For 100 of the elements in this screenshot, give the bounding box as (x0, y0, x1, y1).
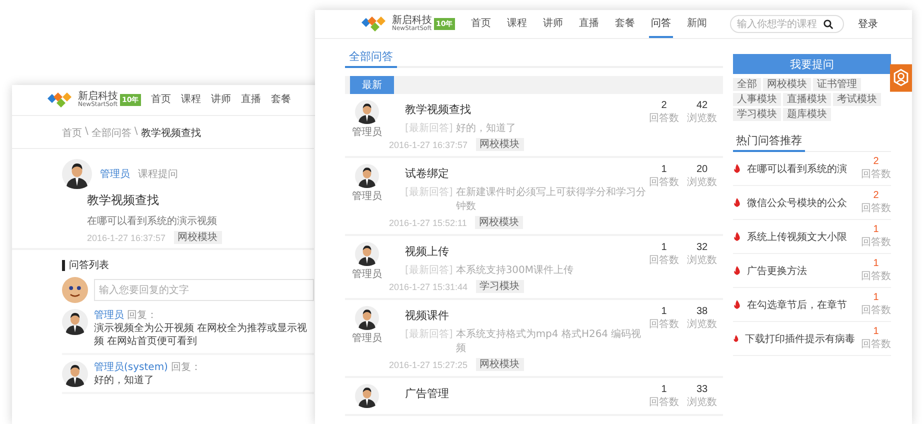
category-tag[interactable]: 网校模块 (763, 78, 811, 91)
view-count: 42 (696, 100, 708, 111)
nav-tab[interactable]: 套餐 (612, 10, 637, 38)
search-field[interactable]: 输入你想学的课程 (730, 15, 844, 33)
login-link[interactable]: 登录 (858, 17, 878, 31)
fire-icon (733, 164, 741, 173)
category-tag[interactable]: 人事模块 (733, 93, 781, 106)
view-count-label: 浏览数 (687, 112, 717, 125)
fire-icon (733, 266, 741, 275)
view-count-label: 浏览数 (687, 176, 717, 189)
reply-label: 回复： (127, 310, 158, 321)
answer-count-label: 回答数 (861, 236, 891, 249)
logo-name: 新启科技 (78, 92, 118, 102)
answer-count: 1 (873, 258, 879, 269)
category-tag[interactable]: 网校模块 (476, 358, 524, 371)
nav-tab[interactable]: 首页 (468, 10, 493, 38)
answer-count: 2 (873, 156, 879, 167)
question-time: 2016-1-27 15:31:44 (389, 282, 468, 292)
nav-link[interactable]: 课程 (178, 85, 203, 115)
nav-tab[interactable]: 新闻 (684, 10, 709, 38)
fire-icon (733, 198, 741, 207)
user-avatar (62, 309, 88, 335)
fire-icon (733, 334, 739, 343)
answer-count: 2 (873, 190, 879, 201)
answer-count-label: 回答数 (649, 254, 679, 267)
answer-count: 1 (873, 224, 879, 235)
question-time: 2016-1-27 16:37:57 (389, 140, 468, 150)
nav-link[interactable]: 套餐 (268, 85, 293, 115)
nav-link[interactable]: 讲师 (208, 85, 233, 115)
breadcrumb-separator: \ (134, 126, 138, 139)
author-link[interactable]: 管理员(system) (94, 362, 168, 373)
answer-count-label: 回答数 (649, 396, 679, 409)
reply-input[interactable]: 输入您要回复的文字 (94, 279, 314, 301)
category-tag[interactable]: 网校模块 (174, 231, 222, 244)
category-tag[interactable]: 学习模块 (476, 280, 524, 293)
nav-tab[interactable]: 直播 (576, 10, 601, 38)
section-tab[interactable]: 全部问答 (345, 49, 397, 68)
author-name: 管理员 (352, 268, 382, 281)
view-count: 20 (696, 164, 708, 175)
question-time: 2016-1-27 15:52:11 (389, 218, 467, 228)
user-avatar (62, 277, 88, 303)
search-icon[interactable] (823, 18, 834, 30)
category-tag[interactable]: 学习模块 (733, 108, 781, 121)
answer-count: 1 (873, 326, 879, 337)
author-name: 管理员 (352, 332, 382, 345)
user-avatar (355, 100, 379, 124)
answer-count: 1 (873, 292, 879, 303)
category-tag[interactable]: 全部 (733, 78, 761, 91)
question-category: 课程提问 (138, 168, 178, 181)
nav-tab[interactable]: 讲师 (540, 10, 565, 38)
nav-link[interactable]: 直播 (238, 85, 263, 115)
question-title[interactable]: 视频上传 (405, 244, 649, 259)
author-link[interactable]: 管理员 (94, 310, 124, 321)
question-title[interactable]: 广告管理 (405, 386, 649, 401)
customer-service-icon[interactable] (890, 64, 912, 92)
hot-question-link[interactable]: 在哪可以看到系统的演 (747, 162, 855, 176)
hot-question-link[interactable]: 在勾选章节后，在章节 (747, 298, 855, 312)
answer-count-label: 回答数 (861, 202, 891, 215)
answer-excerpt: 本系统支持格式为mp4 格式H264 编码视频 (456, 328, 642, 355)
answer-count-label: 回答数 (861, 304, 891, 317)
answer-excerpt: 本系统支持300M课件上传 (456, 264, 574, 277)
answer-excerpt: 在新建课件时必须写上可获得学分和学习分钟数 (456, 186, 647, 213)
answer-count-label: 回答数 (861, 270, 891, 283)
question-title[interactable]: 视频课件 (405, 308, 649, 323)
user-avatar (355, 306, 379, 330)
answer-count-label: 回答数 (861, 168, 891, 181)
answer-count: 1 (661, 384, 667, 395)
question-title[interactable]: 教学视频查找 (405, 102, 649, 117)
user-avatar (355, 242, 379, 266)
author-link[interactable]: 管理员 (100, 167, 130, 181)
section-heading: 热门问答推荐 (733, 133, 805, 152)
fire-icon (733, 232, 741, 241)
answer-excerpt: 好的，知道了 (456, 122, 516, 135)
hot-question-link[interactable]: 微信公众号模块的公众 (747, 196, 855, 210)
category-tag[interactable]: 考试模块 (833, 93, 881, 106)
question-time: 2016-1-27 16:37:57 (87, 232, 166, 242)
question-body: 在哪可以看到系统的演示视频 (87, 214, 218, 228)
category-tag[interactable]: 证书管理 (813, 78, 861, 91)
question-time: 2016-1-27 15:27:25 (389, 360, 468, 370)
answer-count: 1 (661, 164, 667, 175)
category-tag[interactable]: 网校模块 (476, 138, 524, 151)
answer-count-label: 回答数 (649, 176, 679, 189)
nav-link[interactable]: 首页 (148, 85, 173, 115)
category-tag[interactable]: 题库模块 (783, 108, 831, 121)
view-count: 32 (696, 242, 708, 253)
category-tag[interactable]: 直播模块 (783, 93, 831, 106)
hot-question-link[interactable]: 下载打印插件提示有病毒 (745, 332, 855, 346)
user-avatar (62, 361, 88, 387)
reply-text: 好的，知道了 (94, 374, 155, 387)
hot-question-link[interactable]: 广告更换方法 (747, 264, 855, 278)
view-count-label: 浏览数 (687, 318, 717, 331)
category-tag[interactable]: 网校模块 (474, 216, 523, 229)
question-title[interactable]: 试卷绑定 (405, 166, 649, 181)
author-name: 管理员 (352, 190, 382, 203)
nav-tab[interactable]: 课程 (504, 10, 529, 38)
nav-tab[interactable]: 问答 (648, 10, 673, 38)
answer-count: 1 (661, 242, 667, 253)
hot-question-link[interactable]: 系统上传视频文大小限 (747, 230, 855, 244)
reply-label: 回复： (171, 362, 202, 373)
breadcrumb-link[interactable]: 教学视频查找 (140, 126, 201, 140)
